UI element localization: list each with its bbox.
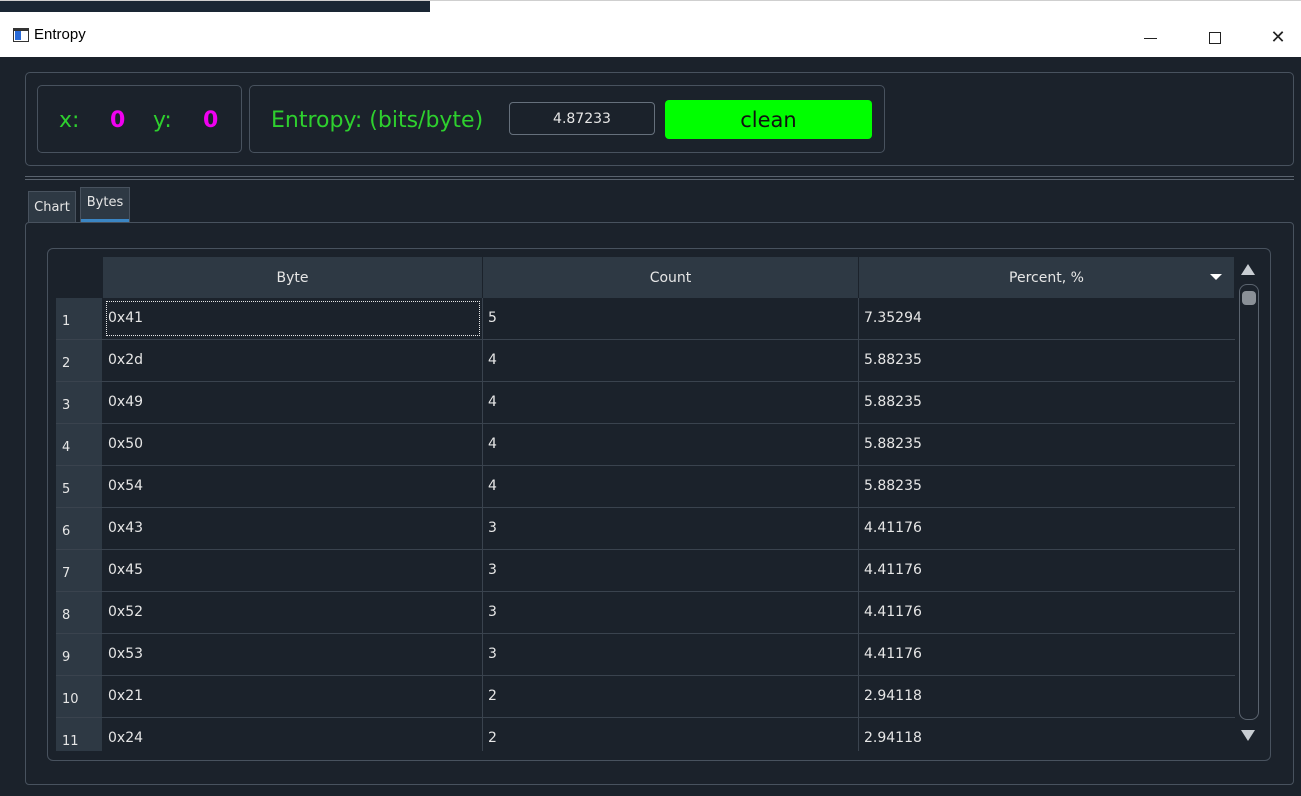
row-header[interactable]: 10 <box>56 676 103 717</box>
column-header-percent[interactable]: Percent, % <box>859 257 1235 298</box>
cell-byte[interactable]: 0x43 <box>103 508 483 549</box>
window-title: Entropy <box>34 26 86 43</box>
cell-percent[interactable]: 7.35294 <box>859 298 1235 339</box>
cell-count[interactable]: 4 <box>483 382 859 423</box>
cell-count[interactable]: 5 <box>483 298 859 339</box>
row-header[interactable]: 8 <box>56 592 103 633</box>
background-window-strip <box>0 1 430 12</box>
cell-byte[interactable]: 0x50 <box>103 424 483 465</box>
minimize-icon <box>1143 37 1157 39</box>
column-header-percent-label: Percent, % <box>1009 269 1084 286</box>
entropy-label: Entropy: (bits/byte) <box>271 108 484 133</box>
table-row[interactable]: 9 0x53 3 4.41176 <box>56 634 1235 676</box>
sort-descending-icon <box>1210 274 1222 280</box>
table-row[interactable]: 4 0x50 4 5.88235 <box>56 424 1235 466</box>
cell-count[interactable]: 3 <box>483 508 859 549</box>
row-header[interactable]: 9 <box>56 634 103 675</box>
table-row[interactable]: 1 0x41 5 7.35294 <box>56 298 1235 340</box>
column-header-count[interactable]: Count <box>483 257 859 298</box>
cell-byte[interactable]: 0x45 <box>103 550 483 591</box>
tab-bytes-label: Bytes <box>86 195 124 210</box>
cell-percent[interactable]: 5.88235 <box>859 466 1235 507</box>
entropy-value-field[interactable]: 4.87233 <box>509 102 655 135</box>
cell-count[interactable]: 2 <box>483 676 859 717</box>
cell-count[interactable]: 2 <box>483 718 859 751</box>
table-corner[interactable] <box>56 257 103 298</box>
cell-byte[interactable]: 0x21 <box>103 676 483 717</box>
cell-percent[interactable]: 4.41176 <box>859 550 1235 591</box>
cell-count[interactable]: 4 <box>483 466 859 507</box>
maximize-button[interactable] <box>1192 19 1238 57</box>
table-row[interactable]: 5 0x54 4 5.88235 <box>56 466 1235 508</box>
x-label: x: <box>59 108 80 133</box>
minimize-button[interactable] <box>1127 19 1173 57</box>
cell-percent[interactable]: 2.94118 <box>859 676 1235 717</box>
cell-count[interactable]: 4 <box>483 340 859 381</box>
row-header[interactable]: 3 <box>56 382 103 423</box>
tab-bytes[interactable]: Bytes <box>80 187 130 222</box>
table-row[interactable]: 10 0x21 2 2.94118 <box>56 676 1235 718</box>
cell-percent[interactable]: 4.41176 <box>859 634 1235 675</box>
column-header-byte[interactable]: Byte <box>103 257 483 298</box>
app-window-icon <box>13 28 29 42</box>
cell-count[interactable]: 3 <box>483 592 859 633</box>
cell-byte[interactable]: 0x49 <box>103 382 483 423</box>
row-header[interactable]: 2 <box>56 340 103 381</box>
vertical-scrollbar[interactable] <box>1239 284 1259 720</box>
cell-count[interactable]: 3 <box>483 550 859 591</box>
row-header[interactable]: 1 <box>56 298 103 339</box>
table-row[interactable]: 2 0x2d 4 5.88235 <box>56 340 1235 382</box>
splitter-handle[interactable] <box>25 176 1294 180</box>
row-header[interactable]: 4 <box>56 424 103 465</box>
cell-byte[interactable]: 0x53 <box>103 634 483 675</box>
status-clean-button[interactable]: clean <box>665 100 872 139</box>
title-bar: Entropy ✕ <box>0 0 1301 57</box>
y-value: 0 <box>203 108 219 133</box>
scroll-up-arrow-icon[interactable] <box>1241 264 1255 275</box>
y-label: y: <box>153 108 172 133</box>
cell-byte[interactable]: 0x41 <box>103 298 483 339</box>
table-body: 1 0x41 5 7.35294 2 0x2d 4 5.88235 3 0x49 4 5.88235 4… <box>56 298 1235 751</box>
cell-percent[interactable]: 2.94118 <box>859 718 1235 751</box>
cell-byte[interactable]: 0x52 <box>103 592 483 633</box>
cell-percent[interactable]: 4.41176 <box>859 592 1235 633</box>
table-row[interactable]: 11 0x24 2 2.94118 <box>56 718 1235 751</box>
maximize-icon <box>1209 32 1221 44</box>
cell-percent[interactable]: 5.88235 <box>859 382 1235 423</box>
table-row[interactable]: 8 0x52 3 4.41176 <box>56 592 1235 634</box>
cell-percent[interactable]: 4.41176 <box>859 508 1235 549</box>
cell-byte[interactable]: 0x24 <box>103 718 483 751</box>
x-value: 0 <box>110 108 126 133</box>
table-row[interactable]: 6 0x43 3 4.41176 <box>56 508 1235 550</box>
cell-percent[interactable]: 5.88235 <box>859 340 1235 381</box>
cell-count[interactable]: 4 <box>483 424 859 465</box>
cell-percent[interactable]: 5.88235 <box>859 424 1235 465</box>
cell-byte[interactable]: 0x54 <box>103 466 483 507</box>
close-icon: ✕ <box>1270 27 1286 48</box>
cell-count[interactable]: 3 <box>483 634 859 675</box>
scrollbar-thumb[interactable] <box>1242 291 1256 305</box>
row-header[interactable]: 6 <box>56 508 103 549</box>
table-row[interactable]: 3 0x49 4 5.88235 <box>56 382 1235 424</box>
scroll-down-arrow-icon[interactable] <box>1241 730 1255 741</box>
row-header[interactable]: 7 <box>56 550 103 591</box>
close-button[interactable]: ✕ <box>1255 19 1301 57</box>
cell-byte[interactable]: 0x2d <box>103 340 483 381</box>
row-header[interactable]: 11 <box>56 718 103 751</box>
row-header[interactable]: 5 <box>56 466 103 507</box>
table-row[interactable]: 7 0x45 3 4.41176 <box>56 550 1235 592</box>
tab-chart[interactable]: Chart <box>28 191 76 222</box>
